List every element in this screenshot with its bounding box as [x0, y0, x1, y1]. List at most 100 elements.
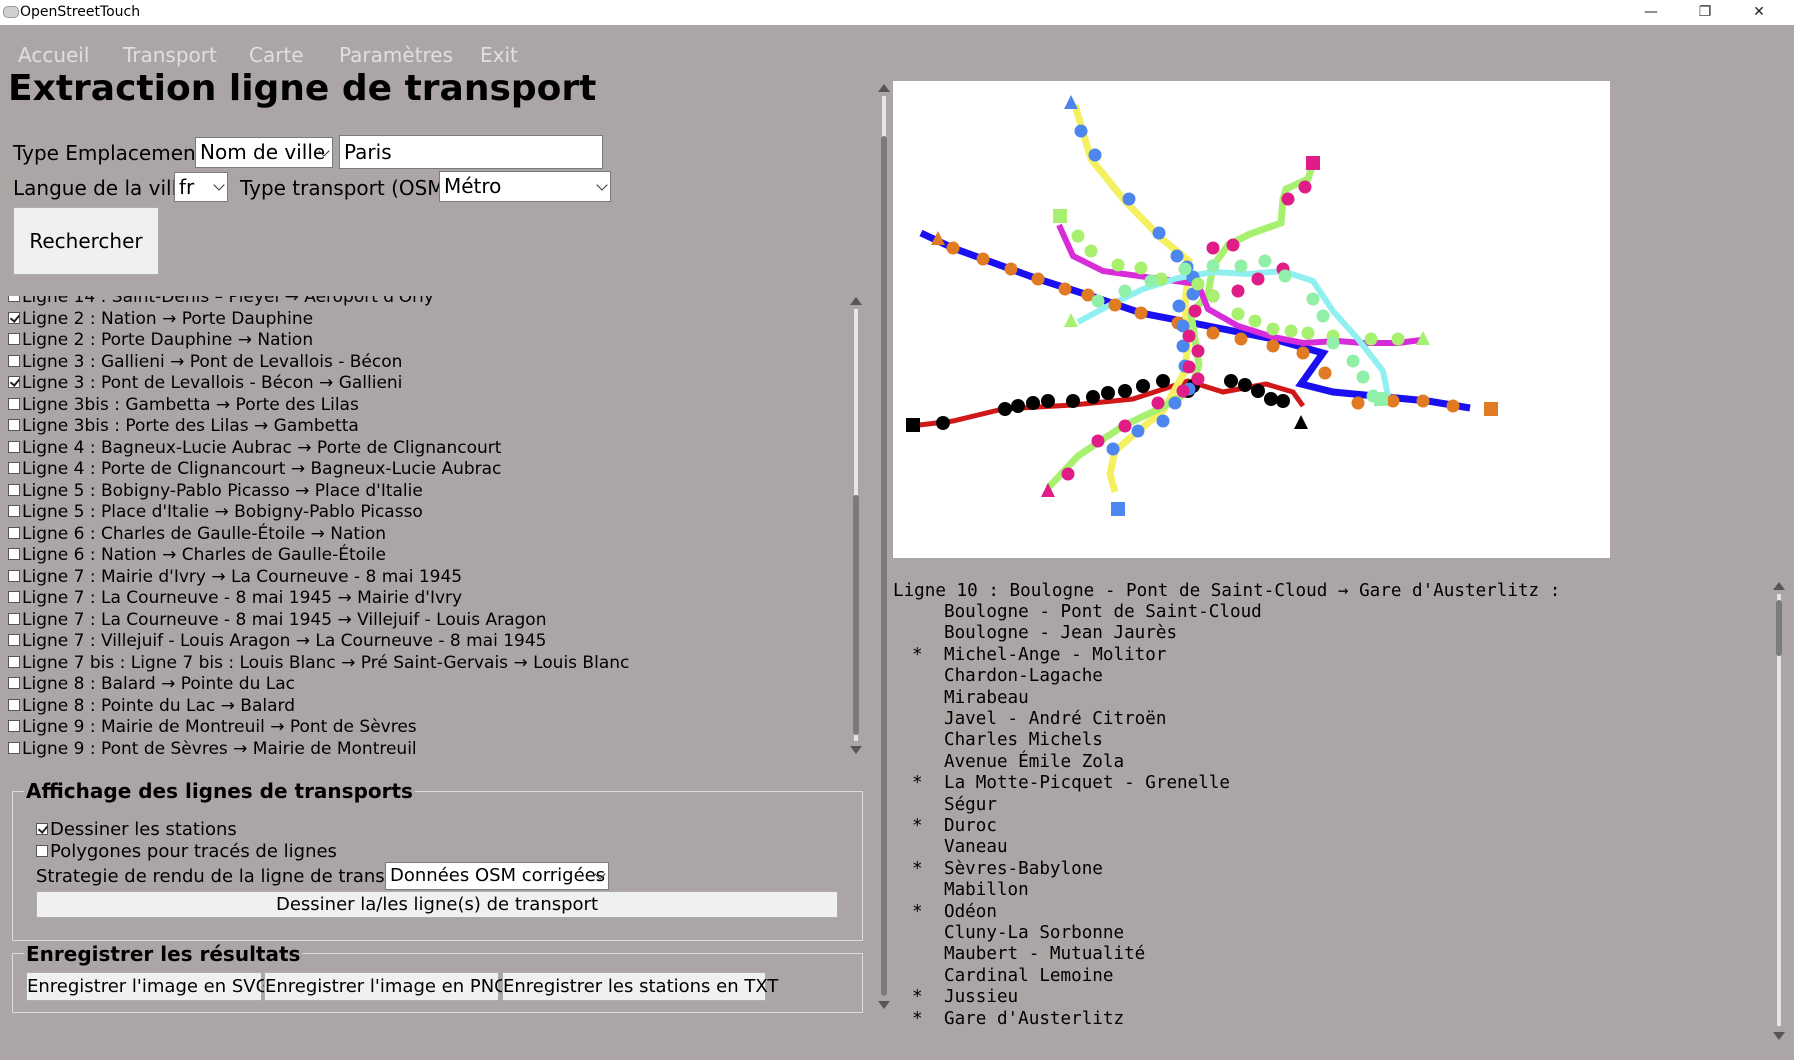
- save-txt-button[interactable]: Enregistrer les stations en TXT: [502, 972, 778, 1001]
- transport-type-select[interactable]: Métro: [439, 171, 611, 202]
- list-item[interactable]: Ligne 8 : Balard → Pointe du Lac: [8, 674, 828, 695]
- line-checkbox[interactable]: [8, 655, 20, 668]
- line-label: Ligne 3 : Gallieni → Pont de Levallois -…: [22, 351, 403, 372]
- list-item[interactable]: Ligne 6 : Nation → Charles de Gaulle-Éto…: [8, 545, 828, 566]
- menu-parametres[interactable]: Paramètres: [339, 43, 453, 67]
- line-checkbox[interactable]: [8, 462, 20, 474]
- window-title: OpenStreetTouch: [20, 4, 141, 20]
- transfer-marker: *: [912, 901, 923, 922]
- line-checkbox[interactable]: [8, 720, 20, 732]
- list-item[interactable]: Ligne 8 : Pointe du Lac → Balard: [8, 696, 828, 717]
- render-strategy-select[interactable]: Données OSM corrigées: [385, 862, 609, 890]
- line-checkbox[interactable]: [8, 526, 20, 539]
- line-checkbox[interactable]: [8, 397, 20, 410]
- line-checkbox[interactable]: [8, 548, 20, 560]
- scroll-down-icon[interactable]: [878, 1001, 890, 1009]
- terminus-square-marker: [1306, 156, 1320, 170]
- list-item[interactable]: Ligne 5 : Bobigny-Pablo Picasso → Place …: [8, 481, 828, 502]
- save-svg-button[interactable]: Enregistrer l'image en SVG: [26, 972, 270, 1001]
- transport-lines-list[interactable]: Ligne 14 : Saint-Denis – Pleyel → Aéropo…: [8, 296, 848, 758]
- line-checkbox[interactable]: [8, 440, 20, 453]
- scroll-thumb[interactable]: [853, 495, 859, 735]
- scroll-down-icon[interactable]: [850, 746, 862, 754]
- line-checkbox[interactable]: [8, 698, 20, 711]
- list-item[interactable]: Ligne 4 : Porte de Clignancourt → Bagneu…: [8, 459, 828, 480]
- draw-stations-option[interactable]: Dessiner les stations: [36, 819, 237, 840]
- scroll-up-icon[interactable]: [1773, 582, 1785, 590]
- line-checkbox[interactable]: [8, 376, 20, 388]
- list-item[interactable]: Ligne 3 : Gallieni → Pont de Levallois -…: [8, 352, 828, 373]
- scroll-thumb[interactable]: [881, 136, 887, 996]
- line-checkbox[interactable]: [8, 483, 20, 496]
- line-label: Ligne 4 : Porte de Clignancourt → Bagneu…: [22, 459, 502, 479]
- draw-lines-button[interactable]: Dessiner la/les ligne(s) de transport: [36, 891, 838, 918]
- list-item[interactable]: Ligne 2 : Porte Dauphine → Nation: [8, 330, 828, 351]
- station-marker: [1061, 467, 1075, 481]
- list-item[interactable]: Ligne 3 : Pont de Levallois - Bécon → Ga…: [8, 373, 828, 394]
- line-checkbox[interactable]: [8, 311, 20, 324]
- list-item[interactable]: Ligne 14 : Saint-Denis – Pleyel → Aéropo…: [8, 296, 828, 308]
- minimize-button[interactable]: —: [1628, 0, 1674, 25]
- station-name: Vaneau: [944, 837, 1008, 858]
- list-item[interactable]: Ligne 7 bis : Ligne 7 bis : Louis Blanc …: [8, 653, 828, 674]
- scroll-up-icon[interactable]: [850, 297, 862, 305]
- scroll-thumb[interactable]: [1776, 600, 1782, 656]
- station-marker: [1326, 336, 1340, 350]
- line-checkbox[interactable]: [8, 505, 20, 517]
- terminus-square-marker: [1484, 402, 1498, 416]
- line-checkbox[interactable]: [8, 591, 20, 603]
- scroll-down-icon[interactable]: [1773, 1032, 1785, 1040]
- restore-button[interactable]: ❐: [1682, 0, 1728, 25]
- list-item[interactable]: Ligne 3bis : Porte des Lilas → Gambetta: [8, 416, 828, 437]
- line-checkbox[interactable]: [8, 677, 20, 689]
- list-item[interactable]: Ligne 9 : Mairie de Montreuil → Pont de …: [8, 717, 828, 738]
- search-button[interactable]: Rechercher: [13, 207, 159, 275]
- list-item[interactable]: Ligne 5 : Place d'Italie → Bobigny-Pablo…: [8, 502, 828, 523]
- scroll-up-icon[interactable]: [878, 84, 890, 92]
- station-marker: [1281, 192, 1295, 206]
- terminus-triangle-marker: [1294, 415, 1308, 429]
- station-name: La Motte-Picquet - Grenelle: [944, 773, 1230, 794]
- station-name: Gare d'Austerlitz: [944, 1008, 1125, 1029]
- list-item[interactable]: Ligne 4 : Bagneux-Lucie Aubrac → Porte d…: [8, 438, 828, 459]
- menu-transport[interactable]: Transport: [123, 43, 217, 67]
- list-item[interactable]: Ligne 6 : Charles de Gaulle-Étoile → Nat…: [8, 524, 828, 545]
- save-png-button[interactable]: Enregistrer l'image en PNG: [264, 972, 508, 1001]
- line-checkbox[interactable]: [8, 296, 20, 302]
- menu-carte[interactable]: Carte: [249, 43, 304, 67]
- location-type-select[interactable]: Nom de ville: [195, 137, 333, 168]
- list-item[interactable]: Ligne 7 : La Courneuve - 8 mai 1945 → Ma…: [8, 588, 828, 609]
- polygons-checkbox[interactable]: [36, 845, 48, 857]
- draw-stations-checkbox[interactable]: [36, 823, 48, 835]
- station-marker: [1191, 277, 1205, 291]
- city-language-select[interactable]: fr: [174, 172, 228, 202]
- list-item[interactable]: Ligne 2 : Nation → Porte Dauphine: [8, 309, 828, 330]
- list-item[interactable]: Ligne 7 : La Courneuve - 8 mai 1945 → Vi…: [8, 610, 828, 631]
- stations-scrollbar[interactable]: [1772, 580, 1786, 1044]
- line-checkbox[interactable]: [8, 741, 20, 754]
- line-checkbox[interactable]: [8, 569, 20, 582]
- polygons-option[interactable]: Polygones pour tracés de lignes: [36, 841, 337, 862]
- station-marker: [1170, 249, 1184, 263]
- line-checkbox[interactable]: [8, 419, 20, 431]
- city-input[interactable]: Paris: [339, 135, 603, 169]
- station-marker: [1264, 392, 1278, 406]
- line-checkbox[interactable]: [8, 354, 20, 367]
- close-button[interactable]: ✕: [1736, 0, 1782, 25]
- station-marker: [1108, 298, 1122, 312]
- station-marker: [1182, 360, 1196, 374]
- list-item[interactable]: Ligne 7 : Villejuif - Louis Aragon → La …: [8, 631, 828, 652]
- menu-exit[interactable]: Exit: [480, 43, 518, 67]
- line-checkbox[interactable]: [8, 333, 20, 345]
- station-name: Charles Michels: [944, 730, 1103, 751]
- line-checkbox[interactable]: [8, 612, 20, 625]
- line-label: Ligne 6 : Nation → Charles de Gaulle-Éto…: [22, 545, 386, 565]
- menu-accueil[interactable]: Accueil: [18, 43, 89, 67]
- lines-list-scrollbar[interactable]: [849, 295, 863, 757]
- list-item[interactable]: Ligne 3bis : Gambetta → Porte des Lilas: [8, 395, 828, 416]
- line-checkbox[interactable]: [8, 634, 20, 646]
- map-panel-scrollbar[interactable]: [877, 84, 891, 1012]
- list-item[interactable]: Ligne 9 : Pont de Sèvres → Mairie de Mon…: [8, 739, 828, 758]
- transport-map[interactable]: [893, 81, 1610, 558]
- list-item[interactable]: Ligne 7 : Mairie d'Ivry → La Courneuve -…: [8, 567, 828, 588]
